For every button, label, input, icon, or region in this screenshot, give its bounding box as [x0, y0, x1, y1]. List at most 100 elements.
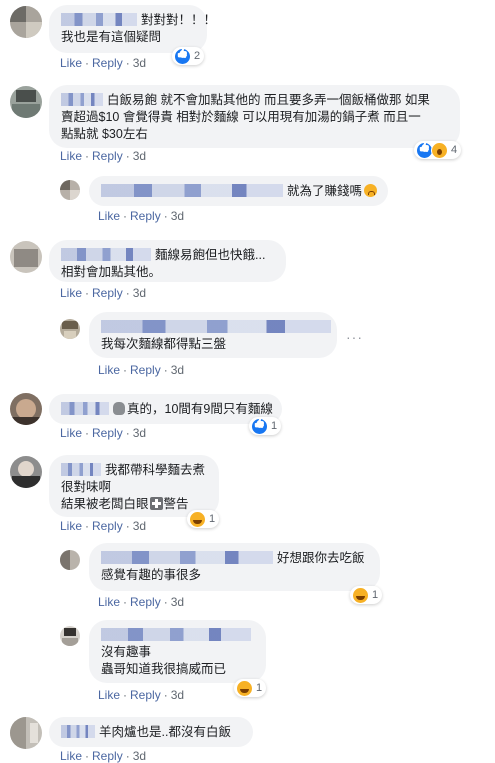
reaction-count: 2 — [194, 50, 201, 62]
comment-bubble: 就為了賺錢嗎 — [89, 176, 388, 206]
commenter-name[interactable] — [61, 725, 95, 738]
plus-icon — [149, 497, 163, 510]
reaction-summary[interactable]: 4 — [414, 141, 462, 159]
haha-reaction-icon — [352, 586, 369, 604]
timestamp[interactable]: 3d — [133, 749, 146, 763]
more-options-icon[interactable]: ··· — [346, 329, 363, 345]
comment-text: 相對會加點其他。 — [61, 265, 162, 279]
like-button[interactable]: Like — [60, 149, 82, 163]
comment-text: 好想跟你去吃飯 — [277, 551, 365, 565]
comment-actions: Like · Reply · 3d — [98, 595, 184, 609]
reply-button[interactable]: Reply — [130, 363, 161, 377]
reply-button[interactable]: Reply — [92, 749, 123, 763]
reply-button[interactable]: Reply — [92, 56, 123, 70]
timestamp[interactable]: 3d — [171, 688, 184, 702]
comment-text: 白飯易飽 就不會加點其他的 而且要多弄一個飯桶做那 如果 — [107, 93, 430, 107]
comment-bubble: 羊肉爐也是..都沒有白飯 — [49, 717, 253, 747]
reaction-count: 1 — [256, 682, 263, 694]
commenter-name[interactable] — [101, 184, 283, 197]
separator: · — [123, 688, 128, 702]
reply-button[interactable]: Reply — [92, 519, 123, 533]
comment-bubble: 我每次麵線都得點三盤 — [89, 312, 337, 358]
comment-text: 結果被老闆白眼 — [61, 497, 149, 511]
comment-text: 警告 — [163, 497, 189, 511]
separator: · — [85, 286, 90, 300]
avatar[interactable] — [60, 626, 80, 646]
timestamp[interactable]: 3d — [133, 286, 146, 300]
comment-actions: Like · Reply · 3d — [98, 688, 184, 702]
commenter-name[interactable] — [61, 13, 137, 26]
like-button[interactable]: Like — [98, 595, 120, 609]
separator: · — [163, 209, 168, 223]
timestamp[interactable]: 3d — [133, 519, 146, 533]
avatar[interactable] — [10, 6, 42, 38]
reaction-summary[interactable]: 1 — [187, 510, 220, 528]
separator: · — [85, 56, 90, 70]
reply-button[interactable]: Reply — [92, 426, 123, 440]
separator: · — [85, 749, 90, 763]
reply-button[interactable]: Reply — [92, 286, 123, 300]
comment-text: 真的，10間有9間只有麵線 — [127, 402, 273, 416]
avatar[interactable] — [60, 180, 80, 200]
commenter-name[interactable] — [61, 463, 101, 476]
comment-actions: Like · Reply · 3d — [60, 519, 146, 533]
comment-bubble: 我都帶科學麵去煮 很對味啊 結果被老闆白眼 警告 — [49, 455, 219, 517]
timestamp[interactable]: 3d — [133, 426, 146, 440]
avatar[interactable] — [10, 717, 42, 749]
reaction-summary[interactable]: 1 — [249, 417, 282, 435]
comment-bubble: 對對對！！！ 我也是有這個疑問 — [49, 5, 216, 53]
separator: · — [163, 595, 168, 609]
like-button[interactable]: Like — [98, 363, 120, 377]
timestamp[interactable]: 3d — [171, 595, 184, 609]
like-button[interactable]: Like — [60, 286, 82, 300]
commenter-name[interactable] — [61, 248, 151, 261]
comment-text: 感覺有趣的事很多 — [101, 568, 202, 582]
comment-text: 對對對！！！ — [141, 13, 217, 27]
avatar[interactable] — [60, 550, 80, 570]
haha-reaction-icon — [189, 510, 206, 528]
separator: · — [163, 363, 168, 377]
reply-button[interactable]: Reply — [130, 688, 161, 702]
timestamp[interactable]: 3d — [133, 56, 146, 70]
separator: · — [123, 363, 128, 377]
comment-text: 就為了賺錢嗎 — [287, 184, 363, 198]
like-button[interactable]: Like — [60, 749, 82, 763]
commenter-name[interactable] — [61, 402, 109, 415]
commenter-name[interactable] — [101, 628, 251, 641]
like-button[interactable]: Like — [60, 519, 82, 533]
reply-button[interactable]: Reply — [130, 209, 161, 223]
avatar[interactable] — [10, 393, 42, 425]
commenter-name[interactable] — [61, 93, 103, 106]
comment-bubble: 麵線易飽但也快餓... 相對會加點其他。 — [49, 240, 286, 282]
timestamp[interactable]: 3d — [171, 363, 184, 377]
reaction-count: 1 — [209, 513, 216, 525]
comment-text: 賣超過$10 會覺得貴 相對於麵線 可以用現有加湯的鍋子煮 而且一 — [61, 110, 421, 124]
separator: · — [125, 286, 130, 300]
comment-actions: Like · Reply · 3d — [60, 56, 146, 70]
like-button[interactable]: Like — [98, 209, 120, 223]
comment-text: 我每次麵線都得點三盤 — [101, 337, 227, 351]
like-button[interactable]: Like — [60, 426, 82, 440]
avatar[interactable] — [60, 319, 80, 339]
reply-button[interactable]: Reply — [130, 595, 161, 609]
avatar[interactable] — [10, 456, 42, 488]
like-button[interactable]: Like — [60, 56, 82, 70]
timestamp[interactable]: 3d — [171, 209, 184, 223]
comment-bubble: 好想跟你去吃飯 感覺有趣的事很多 — [89, 543, 380, 591]
timestamp[interactable]: 3d — [133, 149, 146, 163]
reaction-summary[interactable]: 2 — [172, 47, 205, 65]
comment-text: 麵線易飽但也快餓... — [155, 248, 266, 262]
reaction-summary[interactable]: 1 — [234, 679, 267, 697]
commenter-name[interactable] — [101, 551, 273, 564]
reply-button[interactable]: Reply — [92, 149, 123, 163]
separator: · — [125, 519, 130, 533]
avatar[interactable] — [10, 241, 42, 273]
comment-text: 羊肉爐也是..都沒有白飯 — [99, 725, 231, 739]
like-reaction-icon — [174, 47, 191, 65]
avatar[interactable] — [10, 86, 42, 118]
reaction-summary[interactable]: 1 — [350, 586, 383, 604]
commenter-name[interactable] — [101, 320, 331, 333]
separator: · — [85, 519, 90, 533]
like-button[interactable]: Like — [98, 688, 120, 702]
separator: · — [85, 149, 90, 163]
